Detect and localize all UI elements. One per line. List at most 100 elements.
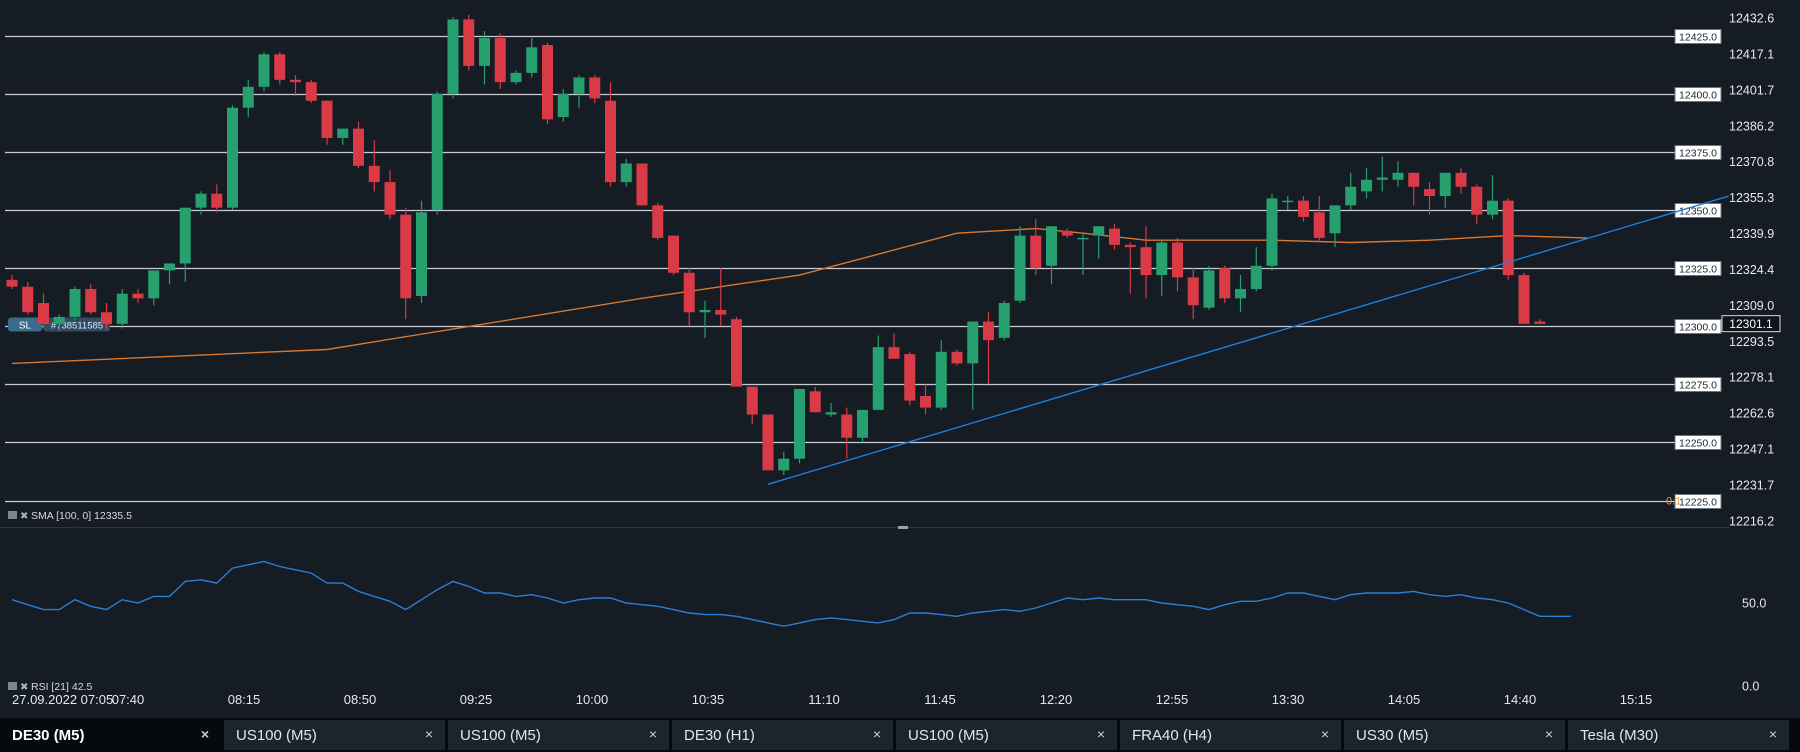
price-tick: 12386.2 bbox=[1729, 119, 1774, 133]
candle-body bbox=[1392, 172, 1404, 180]
candle-body bbox=[85, 289, 97, 313]
level-tag-12400.0: 12400.0 bbox=[1679, 90, 1717, 102]
chart-grid bbox=[0, 0, 1800, 718]
candle-body bbox=[510, 72, 522, 83]
rsi-tick: 0.0 bbox=[1742, 680, 1759, 694]
candle-body bbox=[38, 302, 49, 324]
chart-tab-bar: DE30 (M5) × US100 (M5) × US100 (M5) × DE30 (H1… bbox=[0, 718, 1800, 752]
candle-body bbox=[1219, 268, 1231, 299]
candle-body bbox=[1187, 277, 1199, 306]
candle-body bbox=[542, 44, 553, 120]
current-price-tag: 12301.1 bbox=[1729, 317, 1773, 331]
close-icon[interactable]: × bbox=[197, 726, 213, 742]
close-icon[interactable]: × bbox=[1093, 726, 1109, 742]
candle-body bbox=[841, 414, 853, 438]
tab-4[interactable]: US100 (M5) × bbox=[896, 720, 1117, 750]
candle-body bbox=[1298, 200, 1309, 217]
candle-body bbox=[1014, 235, 1026, 301]
level-tag-12350.0: 12350.0 bbox=[1679, 206, 1717, 218]
price-chart[interactable]: 12425.0 12400.0 12375.0 12350.0 12325.0 12300… bbox=[0, 0, 1800, 718]
candle-body bbox=[573, 77, 585, 94]
candle bbox=[1266, 193, 1278, 271]
candle-body bbox=[353, 128, 364, 166]
level-tag-12250.0: 12250.0 bbox=[1679, 438, 1717, 450]
close-icon[interactable]: × bbox=[421, 726, 437, 742]
candle bbox=[762, 414, 774, 471]
candle-body bbox=[1471, 186, 1483, 215]
pane-resize-handle[interactable] bbox=[898, 526, 908, 529]
candle-body bbox=[731, 319, 742, 387]
candle-body bbox=[384, 182, 396, 215]
candle-body bbox=[22, 286, 34, 313]
tab-3[interactable]: DE30 (H1) × bbox=[672, 720, 893, 750]
candle-body bbox=[227, 107, 238, 208]
close-icon[interactable]: × bbox=[1317, 726, 1333, 742]
candle-body bbox=[1455, 172, 1467, 187]
candle-body bbox=[809, 391, 821, 413]
tab-label: US30 (M5) bbox=[1356, 726, 1429, 744]
tab-6[interactable]: US30 (M5) × bbox=[1344, 720, 1565, 750]
price-tick: 12216.2 bbox=[1729, 515, 1774, 529]
tab-0[interactable]: DE30 (M5) × bbox=[0, 720, 221, 750]
tab-7[interactable]: Tesla (M30) × bbox=[1568, 720, 1789, 750]
tab-2[interactable]: US100 (M5) × bbox=[448, 720, 669, 750]
chart-background bbox=[0, 0, 1800, 718]
candle-body bbox=[1046, 226, 1057, 266]
candle-body bbox=[983, 321, 994, 341]
candle-body bbox=[53, 316, 65, 324]
candle bbox=[636, 163, 648, 206]
candle bbox=[1518, 272, 1530, 324]
candle bbox=[353, 121, 364, 169]
candle-body bbox=[1156, 242, 1168, 276]
close-icon[interactable]: × bbox=[1541, 726, 1557, 742]
candle-body bbox=[605, 100, 616, 183]
tab-1[interactable]: US100 (M5) × bbox=[224, 720, 445, 750]
candle bbox=[1014, 226, 1026, 303]
legend-settings-icon bbox=[8, 511, 17, 519]
candle bbox=[274, 51, 286, 85]
candle-body bbox=[557, 93, 569, 118]
price-tick: 12262.6 bbox=[1729, 407, 1774, 421]
close-icon[interactable]: × bbox=[869, 726, 885, 742]
tab-label: DE30 (H1) bbox=[684, 726, 755, 744]
candle-body bbox=[1313, 212, 1325, 238]
candle-body bbox=[526, 47, 538, 73]
candle-body bbox=[920, 395, 931, 408]
candle bbox=[1502, 198, 1514, 280]
candle-body bbox=[1124, 244, 1136, 248]
price-tick: 12293.5 bbox=[1729, 335, 1774, 349]
candle-body bbox=[431, 93, 443, 210]
candle-body bbox=[337, 128, 349, 138]
candle-body bbox=[778, 458, 790, 471]
extra-label: 0.1 bbox=[1666, 496, 1681, 508]
time-tick: 14:40 bbox=[1504, 692, 1537, 707]
price-tick: 12278.1 bbox=[1729, 371, 1774, 385]
candle bbox=[652, 203, 664, 241]
candle-body bbox=[1518, 275, 1530, 324]
candle-body bbox=[101, 312, 112, 324]
candle bbox=[463, 14, 475, 71]
candle-body bbox=[872, 347, 884, 410]
tab-label: DE30 (M5) bbox=[12, 726, 85, 744]
candle-body bbox=[447, 19, 459, 94]
candle-body bbox=[69, 289, 81, 317]
candle bbox=[447, 17, 459, 99]
candle-body bbox=[368, 165, 380, 183]
time-tick: 11:10 bbox=[808, 692, 840, 707]
candle-body bbox=[195, 193, 207, 208]
close-icon[interactable]: × bbox=[645, 726, 661, 742]
candle-body bbox=[416, 212, 427, 296]
close-icon[interactable]: × bbox=[1765, 726, 1781, 742]
candle bbox=[22, 282, 34, 315]
level-tag-12325.0: 12325.0 bbox=[1679, 264, 1717, 276]
candle bbox=[904, 351, 916, 406]
candle-body bbox=[242, 86, 254, 108]
candle-body bbox=[699, 309, 711, 313]
candle-body bbox=[951, 351, 963, 364]
level-tag-12300.0: 12300.0 bbox=[1679, 322, 1717, 334]
candle-body bbox=[1408, 172, 1420, 187]
time-tick: 09:25 bbox=[460, 692, 493, 707]
candle bbox=[542, 42, 553, 124]
tab-5[interactable]: FRA40 (H4) × bbox=[1120, 720, 1341, 750]
candle-body bbox=[715, 309, 727, 315]
